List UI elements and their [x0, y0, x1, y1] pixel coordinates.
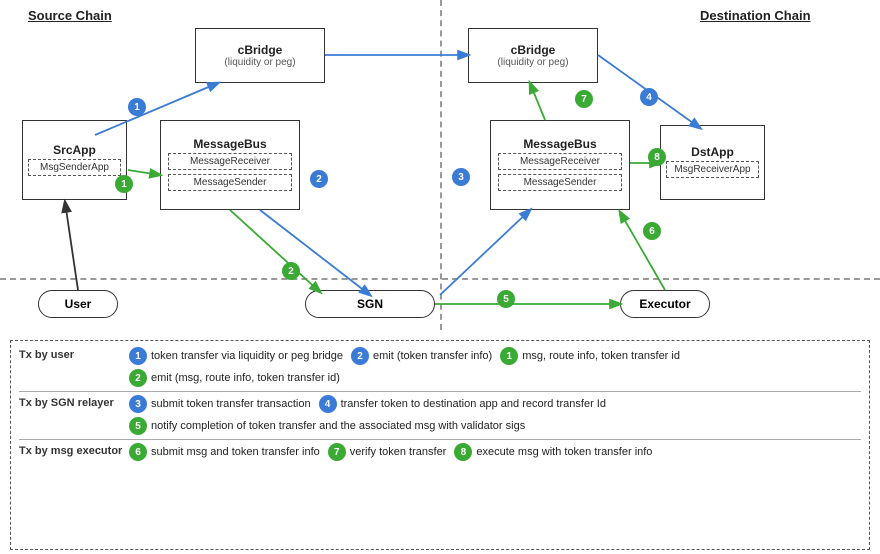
legend-item-2blue: 2 emit (token transfer info)	[351, 347, 492, 365]
legend-item-4blue: 4 transfer token to destination app and …	[319, 395, 606, 413]
source-chain-label: Source Chain	[28, 8, 112, 23]
sgn-pill: SGN	[305, 290, 435, 318]
legend-badge-8green: 8	[454, 443, 472, 461]
vertical-divider	[440, 0, 442, 330]
legend-text-8green: execute msg with token transfer info	[476, 446, 652, 458]
legend-text-2green: emit (msg, route info, token transfer id…	[151, 372, 340, 384]
diagram-area: Source Chain Destination Chain cBridge (…	[0, 0, 880, 340]
executor-pill: Executor	[620, 290, 710, 318]
horizontal-divider	[0, 278, 880, 280]
legend-badge-6green: 6	[129, 443, 147, 461]
legend-items-sgn: 3 submit token transfer transaction 4 tr…	[129, 395, 861, 435]
messagebus-dst-inner1: MessageReceiver	[498, 153, 622, 170]
user-pill: User	[38, 290, 118, 318]
legend-items-executor: 6 submit msg and token transfer info 7 v…	[129, 443, 861, 461]
legend-item-1green: 1 msg, route info, token transfer id	[500, 347, 680, 365]
legend-badge-3blue: 3	[129, 395, 147, 413]
messagebus-dst-inner2: MessageSender	[498, 174, 622, 191]
cbridge-dst-box: cBridge (liquidity or peg)	[468, 28, 598, 83]
legend-text-1blue: token transfer via liquidity or peg brid…	[151, 350, 343, 362]
legend-text-1green: msg, route info, token transfer id	[522, 350, 680, 362]
legend-item-7green: 7 verify token transfer	[328, 443, 447, 461]
srcapp-box: SrcApp MsgSenderApp	[22, 120, 127, 200]
legend-badge-1blue: 1	[129, 347, 147, 365]
badge-5-green: 5	[497, 290, 515, 308]
messagebus-src-title: MessageBus	[193, 137, 266, 151]
badge-3-blue: 3	[452, 168, 470, 186]
messagebus-dst-box: MessageBus MessageReceiver MessageSender	[490, 120, 630, 210]
legend-text-7green: verify token transfer	[350, 446, 447, 458]
badge-2-green: 2	[282, 262, 300, 280]
legend-item-1blue: 1 token transfer via liquidity or peg br…	[129, 347, 343, 365]
legend-badge-5green: 5	[129, 417, 147, 435]
dstapp-box: DstApp MsgReceiverApp	[660, 125, 765, 200]
legend-badge-2blue: 2	[351, 347, 369, 365]
badge-1-blue: 1	[128, 98, 146, 116]
legend-label-executor: Tx by msg executor	[19, 443, 129, 457]
legend-item-8green: 8 execute msg with token transfer info	[454, 443, 652, 461]
legend-text-3blue: submit token transfer transaction	[151, 398, 311, 410]
srcapp-title: SrcApp	[53, 143, 96, 157]
legend-divider-1	[19, 391, 861, 392]
legend-item-2green: 2 emit (msg, route info, token transfer …	[129, 369, 340, 387]
legend-text-2blue: emit (token transfer info)	[373, 350, 492, 362]
dstapp-title: DstApp	[691, 145, 734, 159]
dstapp-inner: MsgReceiverApp	[666, 161, 759, 178]
badge-8-green: 8	[648, 148, 666, 166]
cbridge-dst-subtitle: (liquidity or peg)	[497, 57, 568, 68]
cbridge-dst-title: cBridge	[511, 43, 556, 57]
badge-4-blue: 4	[640, 88, 658, 106]
messagebus-src-inner2: MessageSender	[168, 174, 292, 191]
legend-text-4blue: transfer token to destination app and re…	[341, 398, 606, 410]
legend-badge-2green: 2	[129, 369, 147, 387]
badge-1-green: 1	[115, 175, 133, 193]
legend-divider-2	[19, 439, 861, 440]
legend-row-executor: Tx by msg executor 6 submit msg and toke…	[19, 443, 861, 461]
messagebus-src-inner1: MessageReceiver	[168, 153, 292, 170]
messagebus-src-box: MessageBus MessageReceiver MessageSender	[160, 120, 300, 210]
legend-row-user: Tx by user 1 token transfer via liquidit…	[19, 347, 861, 387]
dest-chain-label: Destination Chain	[700, 8, 811, 23]
legend-text-5green: notify completion of token transfer and …	[151, 420, 525, 432]
cbridge-src-box: cBridge (liquidity or peg)	[195, 28, 325, 83]
cbridge-src-title: cBridge	[238, 43, 283, 57]
legend-item-5green: 5 notify completion of token transfer an…	[129, 417, 861, 435]
legend-badge-1green: 1	[500, 347, 518, 365]
legend-label-sgn: Tx by SGN relayer	[19, 395, 129, 409]
legend-badge-4blue: 4	[319, 395, 337, 413]
legend-label-user: Tx by user	[19, 347, 129, 361]
legend-item-3blue: 3 submit token transfer transaction	[129, 395, 311, 413]
srcapp-inner: MsgSenderApp	[28, 159, 121, 176]
badge-2-blue: 2	[310, 170, 328, 188]
legend-text-6green: submit msg and token transfer info	[151, 446, 320, 458]
legend-item-6green: 6 submit msg and token transfer info	[129, 443, 320, 461]
legend-items-user: 1 token transfer via liquidity or peg br…	[129, 347, 861, 387]
messagebus-dst-title: MessageBus	[523, 137, 596, 151]
legend-area: Tx by user 1 token transfer via liquidit…	[10, 340, 870, 550]
badge-6-green: 6	[643, 222, 661, 240]
legend-badge-7green: 7	[328, 443, 346, 461]
badge-7-green: 7	[575, 90, 593, 108]
legend-row-sgn: Tx by SGN relayer 3 submit token transfe…	[19, 395, 861, 435]
cbridge-src-subtitle: (liquidity or peg)	[224, 57, 295, 68]
